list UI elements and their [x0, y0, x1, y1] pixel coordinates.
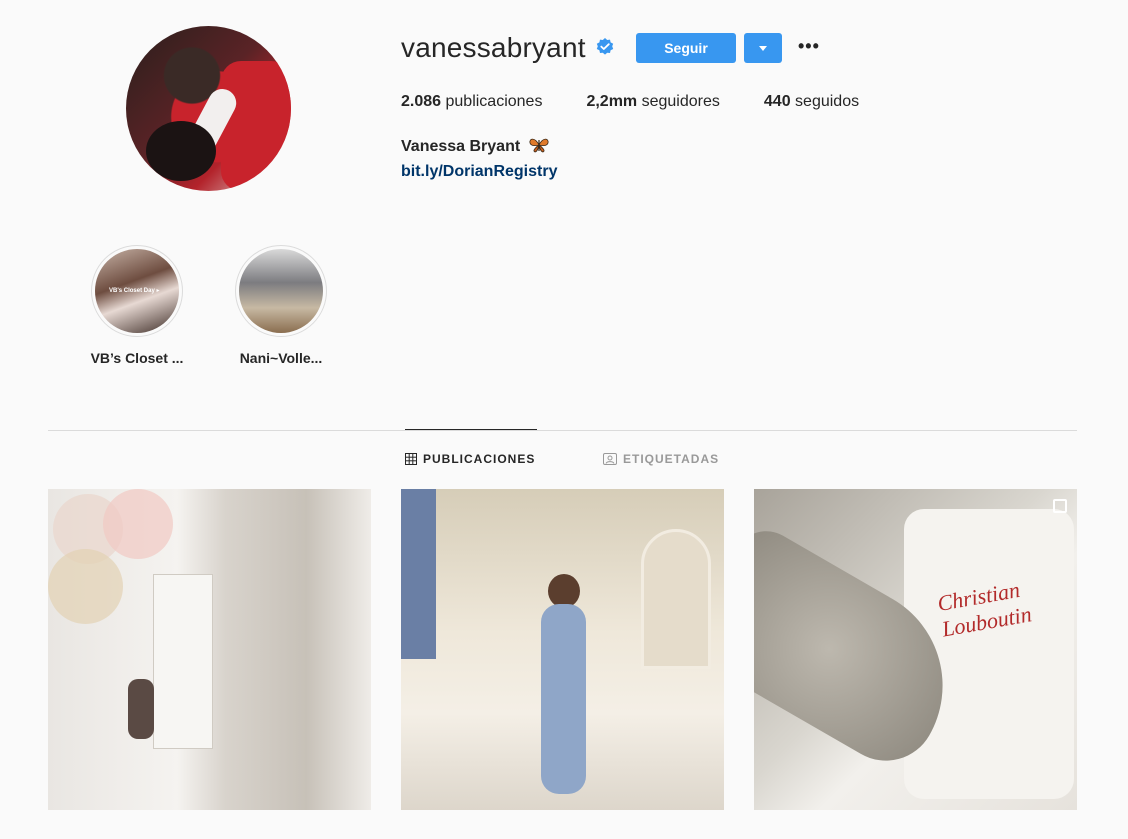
- following-stat[interactable]: 440 seguidos: [764, 93, 859, 111]
- highlight-label: VB’s Closet ...: [90, 350, 184, 366]
- hallway-arch: [641, 529, 711, 669]
- post-thumbnail[interactable]: [401, 489, 724, 810]
- posts-count: 2.086: [401, 93, 442, 110]
- highlight-label: Nani~Volle...: [239, 350, 323, 366]
- tab-posts[interactable]: PUBLICACIONES: [405, 452, 535, 466]
- followers-label: seguidores: [641, 93, 720, 110]
- tagged-icon: [603, 453, 617, 465]
- posts-stat: 2.086 publicaciones: [401, 93, 542, 111]
- avatar-shirt: [221, 61, 291, 191]
- profile-username: vanessabryant: [401, 32, 586, 63]
- tab-tagged-label: ETIQUETADAS: [623, 452, 720, 466]
- following-label: seguidos: [795, 93, 860, 110]
- cabinet-door: [153, 574, 213, 749]
- profile-stats: 2.086 publicaciones 2,2mm seguidores 440…: [401, 93, 903, 111]
- followers-count: 2,2mm: [586, 93, 638, 110]
- balloon-shape: [48, 549, 123, 624]
- following-count: 440: [763, 93, 791, 110]
- butterfly-emoji-icon: [529, 138, 549, 153]
- followers-stat[interactable]: 2,2mm seguidores: [586, 93, 719, 111]
- verified-badge-icon: [596, 38, 614, 55]
- highlight-item[interactable]: VB's Closet Day ▸ VB’s Closet ...: [89, 245, 185, 366]
- tabs-divider: [48, 430, 1077, 431]
- profile-avatar[interactable]: [126, 26, 291, 191]
- highlight-ring: VB's Closet Day ▸: [91, 245, 183, 337]
- child-figure: [128, 679, 154, 739]
- post-thumbnail[interactable]: Christian Louboutin: [754, 489, 1077, 810]
- chevron-down-icon: [759, 45, 767, 51]
- follow-button[interactable]: Seguir: [636, 33, 736, 63]
- highlight-ring: [235, 245, 327, 337]
- highlight-cover-text: VB's Closet Day ▸: [109, 288, 160, 294]
- tab-posts-label: PUBLICACIONES: [423, 452, 536, 466]
- avatar-hair: [146, 121, 216, 181]
- highlight-cover: VB's Closet Day ▸: [95, 249, 179, 333]
- grid-icon: [405, 453, 417, 465]
- curtain-shape: [401, 489, 436, 659]
- highlight-item[interactable]: Nani~Volle...: [233, 245, 329, 366]
- active-tab-indicator: [405, 429, 537, 430]
- more-options-button[interactable]: •••: [798, 36, 820, 57]
- profile-full-name: Vanessa Bryant: [401, 137, 549, 156]
- post-thumbnail[interactable]: [48, 489, 371, 810]
- suggested-dropdown-button[interactable]: [744, 33, 782, 63]
- tab-tagged[interactable]: ETIQUETADAS: [603, 452, 719, 466]
- child-head: [548, 574, 580, 608]
- highlight-cover: [239, 249, 323, 333]
- posts-label: publicaciones: [445, 93, 543, 110]
- multi-post-icon: [1053, 499, 1067, 513]
- full-name-text: Vanessa Bryant: [401, 138, 521, 155]
- child-figure: [541, 604, 586, 794]
- balloon-shape: [103, 489, 173, 559]
- bio-link[interactable]: bit.ly/DorianRegistry: [401, 163, 557, 181]
